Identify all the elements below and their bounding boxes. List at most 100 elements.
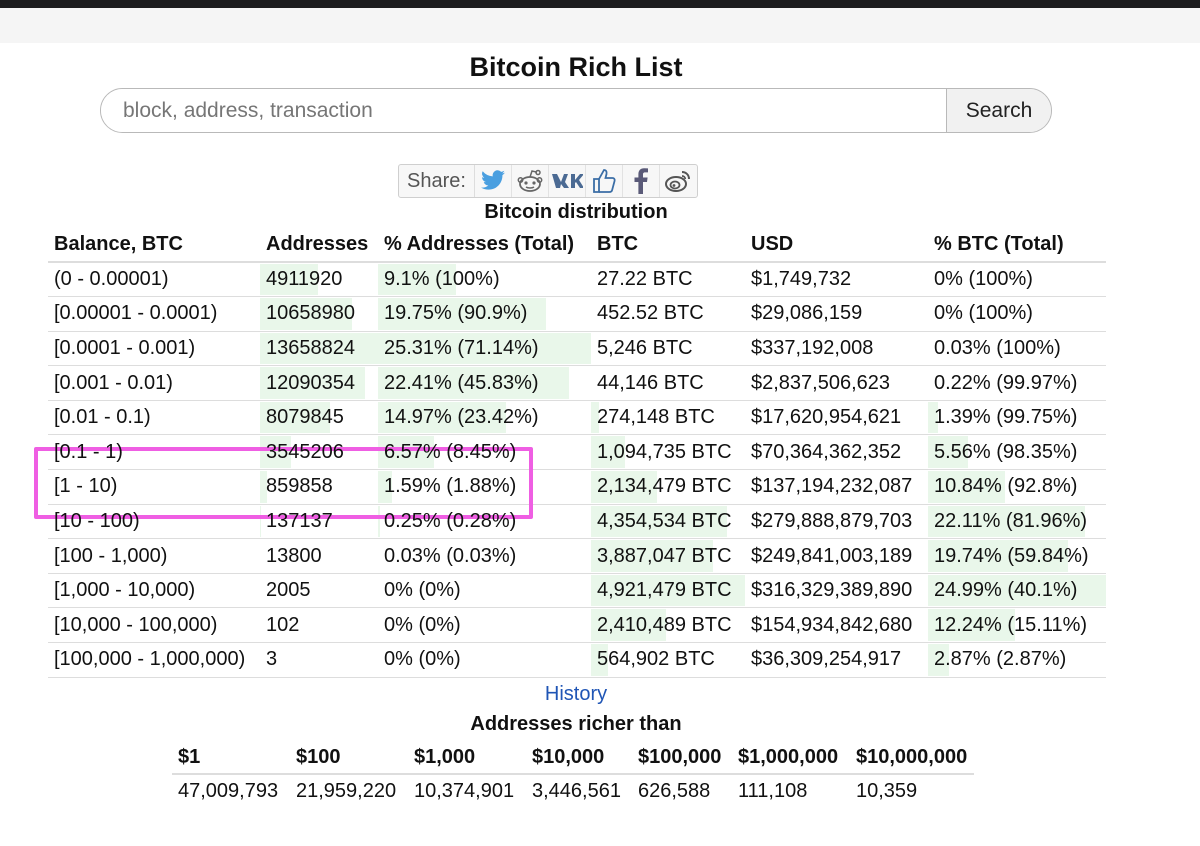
pct-btc-cell: 12.24% (15.11%) [928,607,1106,644]
pct-btc-cell-text: 0% (100%) [934,302,1033,325]
pct-addresses-cell: 0% (0%) [378,607,591,644]
history-link[interactable]: History [0,683,1152,706]
btc-cell: 44,146 BTC [591,365,745,401]
balance-cell: [0.001 - 0.01) [48,365,260,401]
usd-cell: $279,888,879,703 [745,504,928,540]
richer-value: 10,359 [856,780,918,802]
balance-cell: [0.01 - 0.1) [48,400,260,436]
addresses-cell-text: 3 [266,648,278,671]
richer-header-row: $1 $100 $1,000 $10,000 $100,000 $1,000,000 $10… [172,742,974,775]
pct-btc-cell: 1.39% (99.75%) [928,400,1106,436]
richer-header: $1,000 [408,742,526,775]
table-row: [100 - 1,000) 13800 0.03% (0.03%) 3,887,047… [48,538,1106,574]
btc-cell: 27.22 BTC [591,262,745,298]
weibo-icon[interactable] [660,165,697,197]
usd-cell-text: $279,888,879,703 [751,509,913,532]
usd-cell: $29,086,159 [745,296,928,332]
addresses-cell-text: 2005 [266,579,311,602]
usd-cell: $316,329,389,890 [745,573,928,609]
balance-cell: (0 - 0.00001) [48,262,260,298]
pct-addresses-cell: 9.1% (100%) [378,262,591,298]
column-header-btc: BTC [591,228,745,263]
btc-cell-text: 2,410,489 BTC [597,613,732,636]
balance-cell-text: [100,000 - 1,000,000) [54,648,246,671]
addresses-cell-text: 13658824 [266,336,355,359]
pct-btc-cell-text: 22.11% (81.96%) [934,509,1088,532]
richer-header: $10,000,000 [850,742,974,775]
search-button[interactable]: Search [946,89,1051,132]
btc-cell-text: 4,354,534 BTC [597,509,732,532]
richer-values-row: 47,009,793 21,959,220 10,374,901 3,446,561 6… [172,774,974,808]
vk-icon[interactable] [549,165,586,197]
balance-cell-text: [0.01 - 0.1) [54,406,151,429]
balance-cell-text: [0.00001 - 0.0001) [54,302,218,325]
pct-btc-cell: 0% (100%) [928,296,1106,332]
addresses-cell: 12090354 [260,365,378,401]
usd-cell: $137,194,232,087 [745,469,928,505]
pct-btc-cell: 5.56% (98.35%) [928,434,1106,471]
pct-addresses-cell-text: 0.03% (0.03%) [384,544,517,567]
pct-btc-cell: 0% (100%) [928,262,1106,298]
table-row: [100,000 - 1,000,000) 3 0% (0%) 564,902 BTC… [48,642,1106,678]
balance-cell-text: [0.001 - 0.01) [54,371,173,394]
btc-cell: 2,410,489 BTC [591,607,745,644]
pct-btc-cell: 0.03% (100%) [928,331,1106,367]
share-bar: Share: [398,164,698,198]
pct-addresses-cell-text: 0% (0%) [384,648,461,671]
usd-cell-text: $249,841,003,189 [751,544,913,567]
browser-toolbar [0,8,1200,43]
addresses-cell-text: 10658980 [266,302,355,325]
balance-cell-text: [1 - 10) [54,475,118,498]
btc-cell: 4,921,479 BTC [591,573,745,609]
pct-addresses-cell-text: 14.97% (23.42%) [384,406,539,429]
pct-btc-cell-text: 0.22% (99.97%) [934,371,1078,394]
table-row: [0.01 - 0.1) 8079845 14.97% (23.42%) 274,14… [48,400,1106,436]
pct-btc-cell: 10.84% (92.8%) [928,469,1106,505]
usd-cell-text: $137,194,232,087 [751,475,913,498]
share-label: Share: [399,165,475,197]
addresses-cell-text: 137137 [266,509,333,532]
usd-cell-text: $316,329,389,890 [751,579,913,602]
usd-cell: $1,749,732 [745,262,928,298]
usd-cell: $17,620,954,621 [745,400,928,436]
addresses-cell-text: 102 [266,613,300,636]
addresses-cell: 3 [260,642,378,678]
thumbs-up-icon[interactable] [586,165,623,197]
usd-cell: $36,309,254,917 [745,642,928,678]
column-header-addresses: Addresses [260,228,378,263]
pct-addresses-cell-text: 19.75% (90.9%) [384,302,528,325]
pct-btc-cell: 22.11% (81.96%) [928,504,1106,540]
column-header-pct-addresses: % Addresses (Total) [378,228,591,263]
addresses-cell-text: 8079845 [266,406,344,429]
usd-cell-text: $1,749,732 [751,268,852,291]
balance-cell: [0.00001 - 0.0001) [48,296,260,332]
addresses-cell: 13658824 [260,331,378,367]
btc-cell: 274,148 BTC [591,400,745,436]
usd-cell-text: $154,934,842,680 [751,613,913,636]
facebook-icon[interactable] [623,165,660,197]
twitter-icon[interactable] [475,165,512,197]
balance-cell: [100,000 - 1,000,000) [48,642,260,678]
btc-cell: 1,094,735 BTC [591,434,745,471]
pct-addresses-cell: 0.03% (0.03%) [378,538,591,574]
richer-value: 47,009,793 [178,780,279,802]
table-row: [10,000 - 100,000) 102 0% (0%) 2,410,489 BT… [48,607,1106,644]
richer-header: $10,000 [526,742,632,775]
addresses-cell-text: 859858 [266,475,333,498]
pct-btc-cell-text: 12.24% (15.11%) [934,613,1088,636]
addresses-cell: 8079845 [260,400,378,436]
search-input[interactable] [101,89,946,132]
pct-btc-cell: 0.22% (99.97%) [928,365,1106,401]
pct-btc-cell: 19.74% (59.84%) [928,538,1106,574]
pct-addresses-cell: 0.25% (0.28%) [378,504,591,540]
pct-addresses-cell-text: 22.41% (45.83%) [384,371,539,394]
addresses-cell-text: 3545206 [266,440,344,463]
btc-cell-text: 1,094,735 BTC [597,440,732,463]
btc-cell-text: 44,146 BTC [597,371,704,394]
richer-value: 21,959,220 [296,780,397,802]
balance-cell: [1,000 - 10,000) [48,573,260,609]
richer-header: $100,000 [632,742,732,775]
reddit-icon[interactable] [512,165,549,197]
addresses-cell-text: 12090354 [266,371,355,394]
balance-cell: [10,000 - 100,000) [48,607,260,644]
